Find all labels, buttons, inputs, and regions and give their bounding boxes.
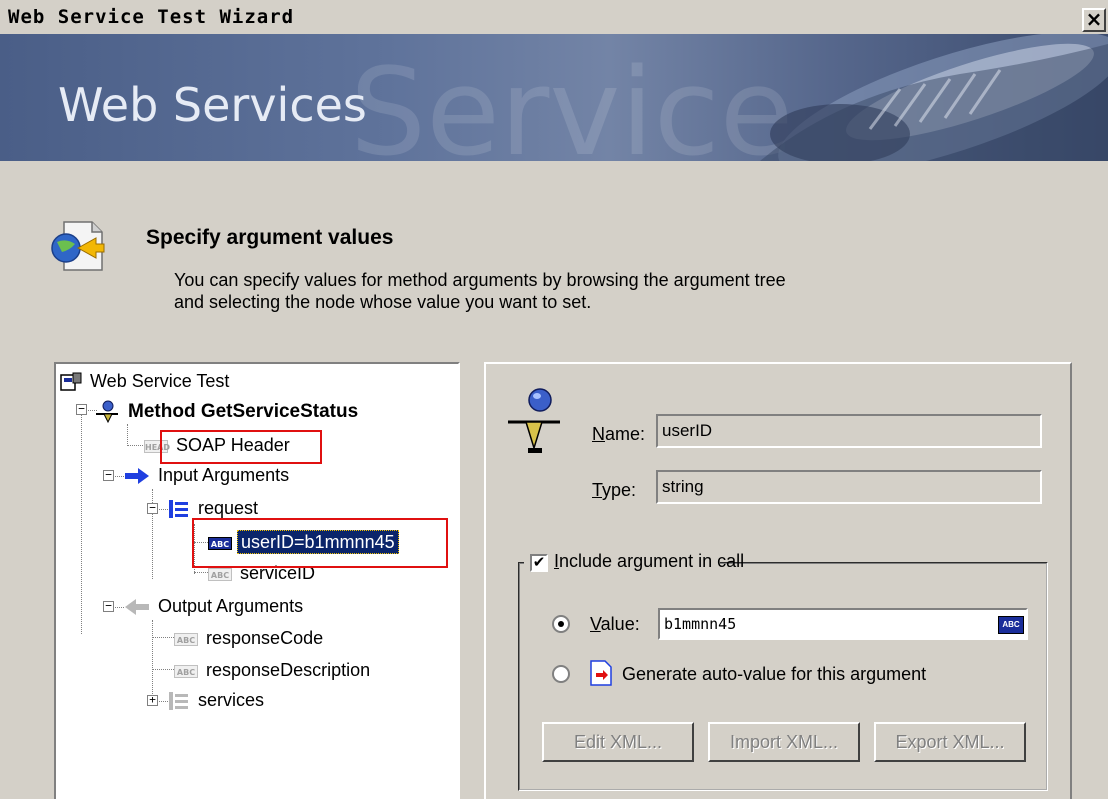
value-input[interactable]: b1mmnn45 bbox=[658, 608, 1028, 640]
banner-keyboard-image bbox=[760, 34, 1108, 161]
collapse-toggle[interactable]: − bbox=[147, 502, 158, 514]
test-icon bbox=[60, 372, 82, 391]
tree-node-label: Input Arguments bbox=[158, 465, 290, 485]
tree-node-method[interactable]: Method GetServiceStatus bbox=[94, 398, 361, 424]
page-description-line: and selecting the node whose value you w… bbox=[174, 292, 592, 312]
tree-node-label: Web Service Test bbox=[90, 371, 230, 391]
string-type-icon: ABC bbox=[174, 664, 198, 678]
argument-icon bbox=[508, 388, 560, 453]
highlight-box-user-id bbox=[192, 518, 448, 568]
value-label: Value: bbox=[590, 614, 640, 634]
tree-node-services[interactable]: services bbox=[168, 687, 267, 713]
argument-details: Name: userID Type: string ✔ Include argu… bbox=[484, 362, 1072, 799]
type-label: Type: bbox=[592, 480, 637, 500]
name-label: Name: bbox=[592, 424, 646, 444]
tree-connector bbox=[81, 404, 82, 634]
tree-node-label: Method GetServiceStatus bbox=[128, 401, 359, 422]
tree-node-response-code[interactable]: ABC responseCode bbox=[174, 625, 326, 651]
method-icon bbox=[96, 400, 118, 424]
tree-node-label: responseCode bbox=[206, 628, 324, 648]
structure-icon bbox=[169, 500, 188, 519]
structure-icon bbox=[169, 692, 188, 711]
tree-connector bbox=[152, 669, 174, 670]
export-xml-button[interactable]: Export XML... bbox=[874, 722, 1026, 762]
auto-value-radio[interactable] bbox=[552, 665, 570, 683]
banner-title: Web Services bbox=[58, 78, 367, 132]
output-arrow-icon bbox=[125, 599, 149, 616]
include-argument-checkbox[interactable]: ✔ bbox=[530, 554, 548, 572]
banner: Service Web Services bbox=[0, 34, 1108, 161]
input-arrow-icon bbox=[125, 468, 149, 485]
highlight-box-soap-header bbox=[160, 430, 322, 464]
tree-node-input-arguments[interactable]: Input Arguments bbox=[124, 462, 292, 488]
import-xml-button[interactable]: Import XML... bbox=[708, 722, 860, 762]
title-bar: Web Service Test Wizard × bbox=[0, 0, 1108, 34]
include-argument-header: ✔ Include argument in call bbox=[524, 550, 744, 574]
page-title: Specify argument values bbox=[146, 226, 394, 249]
tree-connector bbox=[127, 445, 143, 446]
string-editor-button[interactable]: ABC bbox=[998, 616, 1024, 634]
tree-connector bbox=[127, 424, 128, 444]
edit-xml-button[interactable]: Edit XML... bbox=[542, 722, 694, 762]
close-button[interactable]: × bbox=[1082, 8, 1106, 32]
tree-node-output-arguments[interactable]: Output Arguments bbox=[124, 593, 306, 619]
tree-node-label: Output Arguments bbox=[158, 596, 304, 616]
name-field: userID bbox=[656, 414, 1042, 448]
type-field: string bbox=[656, 470, 1042, 504]
value-radio[interactable] bbox=[552, 615, 570, 633]
string-type-icon: ABC bbox=[174, 632, 198, 646]
tree-node-root[interactable]: Web Service Test bbox=[60, 368, 232, 394]
window-title: Web Service Test Wizard bbox=[8, 6, 295, 28]
string-type-icon: ABC bbox=[208, 567, 232, 581]
expand-toggle[interactable]: + bbox=[147, 694, 158, 706]
collapse-toggle[interactable]: − bbox=[103, 600, 114, 612]
tree-connector bbox=[152, 637, 174, 638]
tree-node-label: responseDescription bbox=[206, 660, 371, 680]
collapse-toggle[interactable]: − bbox=[103, 469, 114, 481]
tree-node-label: services bbox=[198, 690, 265, 710]
tree-connector bbox=[152, 620, 153, 702]
collapse-toggle[interactable]: − bbox=[76, 403, 87, 415]
auto-value-icon bbox=[590, 660, 612, 686]
wizard-arrow-icon bbox=[51, 221, 105, 271]
tree-node-response-description[interactable]: ABC responseDescription bbox=[174, 657, 373, 683]
page-description-line: You can specify values for method argume… bbox=[174, 270, 786, 290]
include-argument-label[interactable]: Include argument in call bbox=[554, 551, 744, 572]
page-description: You can specify values for method argume… bbox=[174, 269, 934, 313]
argument-tree[interactable]: Web Service Test − Method GetServiceStat… bbox=[54, 362, 460, 799]
auto-value-label[interactable]: Generate auto-value for this argument bbox=[622, 664, 926, 685]
